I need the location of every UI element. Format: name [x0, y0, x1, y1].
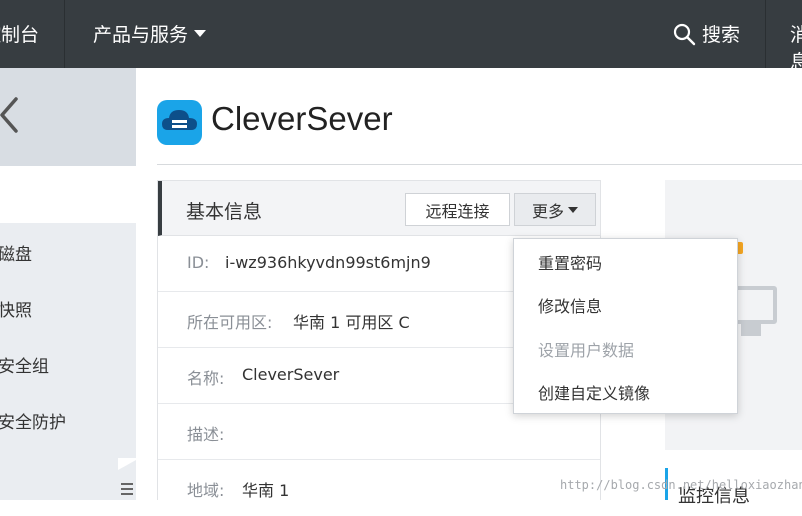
page-title: CleverSever	[211, 100, 393, 137]
sidebar: 磁盘 快照 安全组 安全防护	[0, 166, 136, 500]
row-label: 所在可用区:	[187, 313, 273, 332]
products-menu[interactable]: 产品与服务	[93, 20, 207, 47]
sidebar-item-disk[interactable]: 磁盘	[0, 240, 32, 265]
watermark: http://blog.csdn.net/helloxiaozhanhuo	[560, 478, 802, 492]
sidebar-header	[0, 68, 136, 166]
cloud-server-icon	[162, 110, 197, 130]
divider	[765, 0, 766, 68]
row-label: ID:	[187, 253, 210, 272]
panel-title: 基本信息	[186, 201, 263, 223]
products-label: 产品与服务	[93, 24, 189, 46]
sidebar-item-security-group[interactable]: 安全组	[0, 352, 49, 377]
more-label: 更多	[531, 201, 564, 221]
back-arrow-icon[interactable]	[0, 96, 20, 134]
divider	[157, 164, 802, 165]
info-row-region: 地域: 华南 1	[158, 460, 600, 516]
app-logo	[157, 100, 202, 145]
row-value: CleverSever	[242, 365, 340, 384]
row-value: 华南 1	[242, 481, 290, 500]
more-dropdown-menu: 重置密码 修改信息 设置用户数据 创建自定义镜像	[513, 238, 738, 414]
sidebar-item-snapshot[interactable]: 快照	[0, 296, 32, 321]
menu-item-reset-password[interactable]: 重置密码	[538, 250, 602, 274]
chevron-down-icon	[194, 30, 207, 37]
row-label: 名称:	[187, 369, 225, 388]
row-value: 华南 1 可用区 C	[293, 313, 410, 332]
sidebar-item-instance[interactable]	[0, 166, 136, 223]
remote-connect-button[interactable]: 远程连接	[405, 193, 510, 226]
menu-item-set-user-data: 设置用户数据	[538, 341, 635, 360]
panel-header: 基本信息 远程连接 更多	[158, 181, 600, 236]
menu-icon	[118, 460, 136, 500]
search-label: 搜索	[702, 24, 741, 46]
console-link[interactable]: 控制台	[0, 20, 39, 47]
row-label: 描述:	[187, 425, 225, 444]
sidebar-item-security-protection[interactable]: 安全防护	[0, 408, 66, 433]
message-link[interactable]: 消息	[790, 20, 802, 74]
divider	[64, 0, 65, 68]
top-navbar: 控制台 产品与服务 搜索 消息	[0, 0, 802, 73]
row-value: i-wz936hkyvdn99st6mjn9	[225, 253, 431, 272]
more-button[interactable]: 更多	[514, 193, 596, 226]
row-label: 地域:	[187, 481, 225, 500]
search-button[interactable]: 搜索	[672, 20, 740, 47]
chevron-down-icon	[568, 206, 578, 213]
sidebar-toggle[interactable]	[118, 458, 136, 500]
monitor-stand	[741, 324, 761, 336]
menu-item-create-image[interactable]: 创建自定义镜像	[538, 380, 650, 404]
menu-item-modify-info[interactable]: 修改信息	[538, 293, 602, 317]
search-icon	[673, 23, 696, 45]
remote-connect-label: 远程连接	[425, 201, 490, 221]
